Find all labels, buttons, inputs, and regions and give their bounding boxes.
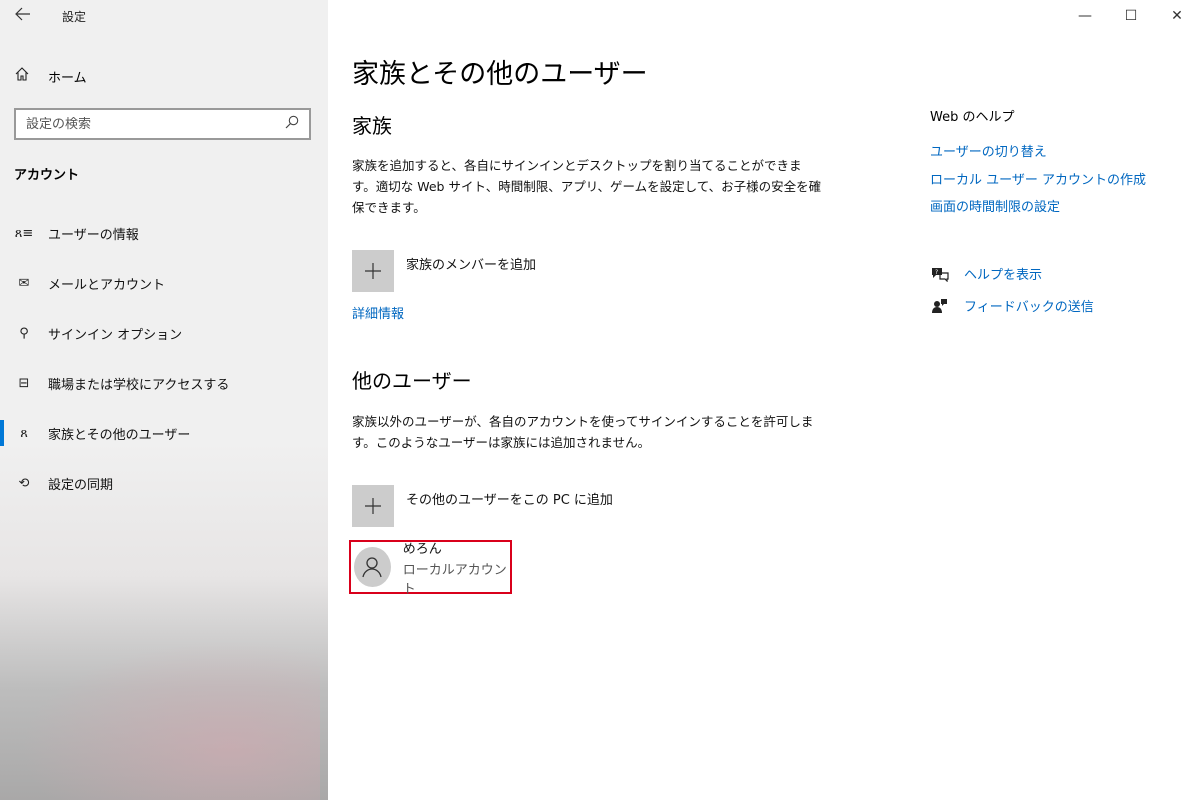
sidebar-item-sign-in[interactable]: ⚲ サインイン オプション bbox=[0, 308, 328, 358]
sidebar-item-label: サインイン オプション bbox=[48, 327, 183, 343]
feedback-link[interactable]: フィードバックの送信 bbox=[930, 296, 1094, 315]
add-other-user-label: その他のユーザーをこの PC に追加 bbox=[406, 493, 613, 508]
sidebar-item-label: ユーザーの情報 bbox=[48, 227, 139, 243]
plus-icon bbox=[352, 250, 394, 292]
user-info-icon: ጸ≡ bbox=[14, 225, 34, 241]
feedback-icon bbox=[930, 298, 950, 314]
family-heading: 家族 bbox=[352, 114, 392, 138]
help-link-screen-time[interactable]: 画面の時間制限の設定 bbox=[930, 196, 1060, 215]
add-family-member-label: 家族のメンバーを追加 bbox=[406, 258, 537, 273]
plus-icon bbox=[352, 485, 394, 527]
page-title: 家族とその他のユーザー bbox=[352, 59, 648, 90]
user-name: めろん bbox=[402, 541, 442, 557]
sidebar-item-mail[interactable]: ✉ メールとアカウント bbox=[0, 258, 328, 308]
home-link[interactable]: ホーム bbox=[14, 64, 87, 88]
chat-help-icon: ? bbox=[930, 266, 950, 282]
sidebar-item-label: 職場または学校にアクセスする bbox=[48, 377, 230, 393]
get-help-link[interactable]: ? ヘルプを表示 bbox=[930, 264, 1042, 283]
details-link[interactable]: 詳細情報 bbox=[352, 303, 404, 322]
sidebar-item-sync[interactable]: ⟲ 設定の同期 bbox=[0, 458, 328, 508]
sidebar-item-label: 設定の同期 bbox=[48, 477, 114, 493]
home-icon bbox=[14, 66, 34, 86]
sidebar-nav: ጸ≡ ユーザーの情報 ✉ メールとアカウント ⚲ サインイン オプション ⊟ 職… bbox=[0, 208, 328, 508]
mail-icon: ✉ bbox=[18, 275, 30, 291]
family-description: 家族を追加すると、各自にサインインとデスクトップを割り当てることができます。適切… bbox=[352, 158, 822, 215]
back-arrow-icon[interactable] bbox=[12, 4, 34, 28]
sidebar-item-work-school[interactable]: ⊟ 職場または学校にアクセスする bbox=[0, 358, 328, 408]
search-icon[interactable] bbox=[285, 115, 299, 133]
help-link-create-local-account[interactable]: ローカル ユーザー アカウントの作成 bbox=[930, 169, 1146, 188]
add-user-icon: ጸ bbox=[20, 425, 28, 441]
sidebar: 設定 ホーム アカウント ጸ≡ ユーザーの情報 ✉ メールとアカウント ⚲ サイ… bbox=[0, 0, 328, 800]
sidebar-item-family[interactable]: ጸ 家族とその他のユーザー bbox=[0, 408, 328, 458]
search-box[interactable] bbox=[14, 108, 311, 140]
home-label: ホーム bbox=[48, 70, 87, 86]
other-users-heading: 他のユーザー bbox=[352, 369, 472, 393]
help-link-switch-user[interactable]: ユーザーの切り替え bbox=[930, 141, 1047, 160]
sidebar-item-user-info[interactable]: ጸ≡ ユーザーの情報 bbox=[0, 208, 328, 258]
search-input[interactable] bbox=[26, 116, 285, 132]
app-title: 設定 bbox=[62, 10, 87, 24]
sidebar-item-label: メールとアカウント bbox=[48, 277, 166, 293]
close-button[interactable]: ✕ bbox=[1154, 0, 1200, 32]
avatar bbox=[354, 547, 391, 587]
key-icon: ⚲ bbox=[19, 325, 29, 341]
briefcase-icon: ⊟ bbox=[18, 375, 30, 391]
get-help-label: ヘルプを表示 bbox=[964, 268, 1043, 283]
user-icon bbox=[362, 557, 382, 578]
other-users-description: 家族以外のユーザーが、各自のアカウントを使ってサインインすることを許可します。こ… bbox=[352, 414, 814, 450]
sidebar-item-label: 家族とその他のユーザー bbox=[48, 427, 191, 443]
svg-text:?: ? bbox=[935, 269, 938, 276]
help-title: Web のヘルプ bbox=[930, 110, 1015, 125]
maximize-button[interactable]: ☐ bbox=[1108, 0, 1154, 32]
add-family-member-button[interactable]: 家族のメンバーを追加 bbox=[352, 250, 536, 292]
feedback-label: フィードバックの送信 bbox=[964, 300, 1094, 315]
user-account-type: ローカルアカウント bbox=[402, 562, 507, 597]
user-account-item[interactable]: めろん ローカルアカウント bbox=[349, 540, 512, 597]
sync-icon: ⟲ bbox=[18, 475, 30, 491]
minimize-button[interactable]: — bbox=[1062, 0, 1108, 32]
add-other-user-button[interactable]: その他のユーザーをこの PC に追加 bbox=[352, 485, 613, 527]
section-label: アカウント bbox=[14, 168, 80, 183]
